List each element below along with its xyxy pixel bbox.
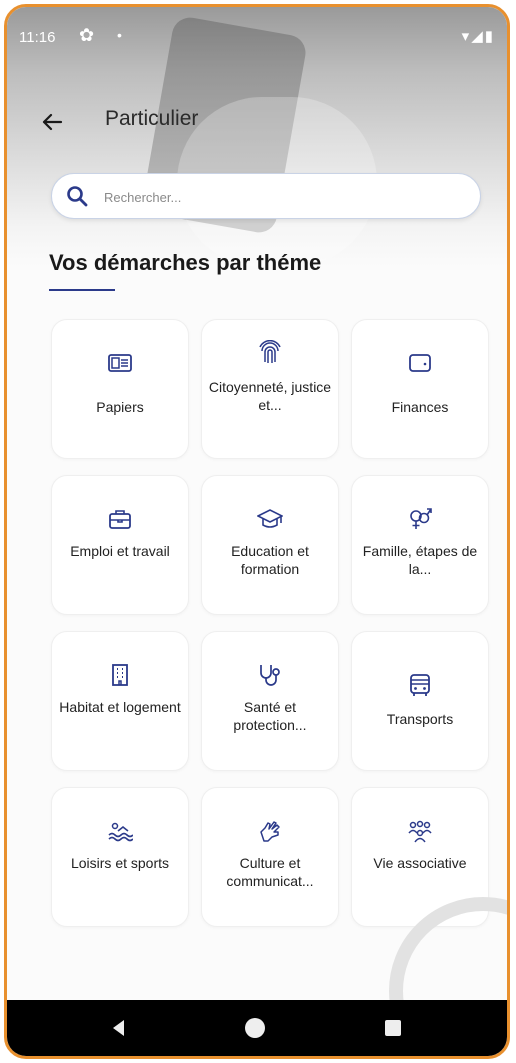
building-icon — [112, 664, 128, 686]
system-status-icons: ▾◢▮ — [461, 28, 495, 45]
theme-tile-habitat[interactable]: Habitat et logement — [51, 631, 189, 771]
section-underline — [49, 289, 115, 291]
wallet-icon — [409, 354, 431, 372]
phone-frame: 11:16 ✿ • ▾◢▮ Particulier Vos démarches … — [4, 4, 510, 1059]
theme-tile-sante[interactable]: Santé et protection... — [201, 631, 339, 771]
system-nav-bar — [7, 1000, 507, 1056]
notification-dot-icon: • — [117, 27, 122, 43]
theme-tile-transports[interactable]: Transports — [351, 631, 489, 771]
theme-label: Culture et communicat... — [226, 855, 314, 889]
theme-tile-citoyennete[interactable]: Citoyenneté, justice et... — [201, 319, 339, 459]
fingerprint-icon — [259, 340, 281, 363]
stethoscope-icon — [260, 665, 280, 686]
search-bar[interactable] — [51, 173, 481, 220]
theme-label: Emploi et travail — [70, 543, 170, 559]
sign-language-icon — [260, 821, 280, 842]
people-group-icon — [408, 820, 432, 843]
theme-label: Loisirs et sports — [70, 855, 170, 871]
nav-home-icon[interactable] — [245, 1018, 265, 1038]
search-icon — [67, 186, 88, 207]
search-input[interactable] — [102, 174, 466, 220]
back-arrow-icon[interactable] — [37, 107, 67, 137]
theme-label: Finances — [391, 399, 449, 415]
page-title: Particulier — [105, 107, 199, 130]
theme-tile-emploi[interactable]: Emploi et travail — [51, 475, 189, 615]
nav-back-icon[interactable] — [109, 1018, 129, 1038]
swimming-icon — [108, 822, 133, 842]
theme-label: Education et formation — [231, 543, 309, 577]
status-bar: 11:16 ✿ • ▾◢▮ — [7, 7, 507, 65]
theme-label: Citoyenneté, justice et... — [208, 379, 332, 413]
briefcase-icon — [109, 510, 131, 529]
theme-label: Papiers — [96, 399, 144, 415]
theme-label: Famille, étapes de la... — [362, 543, 478, 577]
theme-label: Transports — [386, 711, 454, 727]
graduation-cap-icon — [257, 509, 283, 528]
gender-icon — [410, 508, 432, 529]
theme-tile-education[interactable]: Education et formation — [201, 475, 339, 615]
nav-recent-apps-icon[interactable] — [385, 1020, 401, 1036]
theme-tile-famille[interactable]: Famille, étapes de la... — [351, 475, 489, 615]
top-bar: Particulier — [7, 97, 507, 147]
theme-tile-papiers[interactable]: Papiers — [51, 319, 189, 459]
section-title: Vos démarches par théme — [49, 250, 322, 275]
bus-icon — [410, 674, 430, 696]
status-time: 11:16 — [19, 29, 56, 46]
theme-label: Habitat et logement — [59, 699, 181, 715]
settings-gear-icon: ✿ — [79, 25, 95, 45]
theme-tile-finances[interactable]: Finances — [351, 319, 489, 459]
id-card-icon — [108, 354, 132, 372]
theme-label: Santé et protection... — [233, 699, 307, 733]
theme-tile-loisirs[interactable]: Loisirs et sports — [51, 787, 189, 927]
theme-label: Vie associative — [373, 855, 467, 871]
theme-tile-culture[interactable]: Culture et communicat... — [201, 787, 339, 927]
